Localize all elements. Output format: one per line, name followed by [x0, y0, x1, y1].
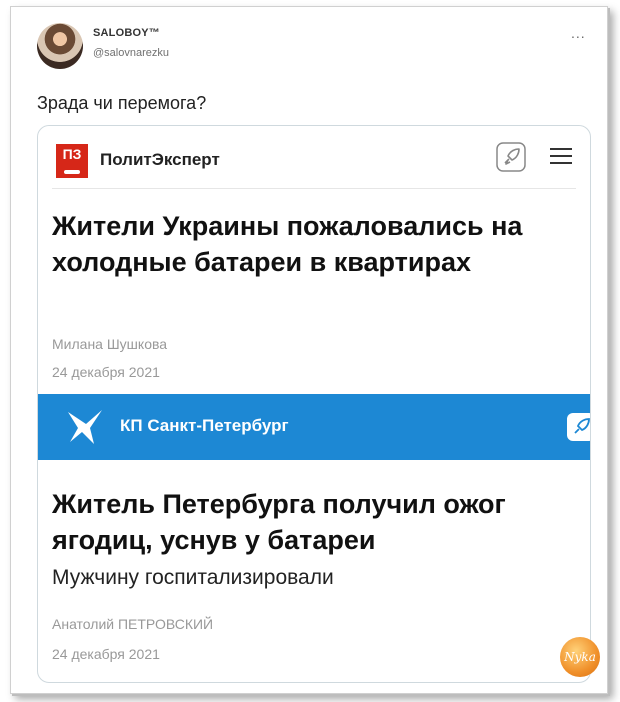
- politexpert-site-name: ПолитЭксперт: [100, 150, 220, 169]
- subheadline-2: Мужчину госпитализировали: [52, 566, 334, 589]
- author-name[interactable]: SALOBOY™: [93, 27, 160, 39]
- author-handle[interactable]: @salovnarezku: [93, 47, 169, 59]
- headline-2: Житель Петербурга получил ожог ягодиц, у…: [52, 489, 506, 555]
- headline-1: Жители Украины пожаловались на холодные …: [52, 211, 523, 277]
- politexpert-logo: ПЗ: [56, 144, 88, 178]
- article-author-1: Милана Шушкова: [52, 336, 168, 352]
- header-divider: [52, 188, 576, 189]
- embedded-image[interactable]: ПЗ ПолитЭксперт Жители Украины пожаловал…: [37, 125, 591, 683]
- menu-icon[interactable]: [550, 148, 572, 166]
- rocket-icon[interactable]: [496, 142, 526, 172]
- politexpert-logo-text: ПЗ: [62, 146, 82, 162]
- kp-site-name: КП Санкт-Петербург: [120, 416, 289, 435]
- mustache-icon: [64, 170, 80, 174]
- more-options-icon[interactable]: ...: [571, 25, 586, 41]
- article-date-1: 24 декабря 2021: [52, 364, 160, 380]
- rocket-icon[interactable]: [566, 412, 591, 442]
- kp-header-bar: КП Санкт-Петербург: [38, 394, 590, 460]
- article-date-2: 24 декабря 2021: [52, 646, 160, 662]
- avatar[interactable]: [37, 23, 83, 69]
- article-author-2: Анатолий ПЕТРОВСКИЙ: [52, 616, 214, 632]
- tweet-frame: SALOBOY™ @salovnarezku ... Зрада чи пере…: [10, 6, 608, 694]
- tweet-text: Зрада чи перемога?: [37, 93, 207, 113]
- watermark-logo: Nyka: [560, 637, 600, 677]
- kp-bird-logo: [68, 410, 102, 444]
